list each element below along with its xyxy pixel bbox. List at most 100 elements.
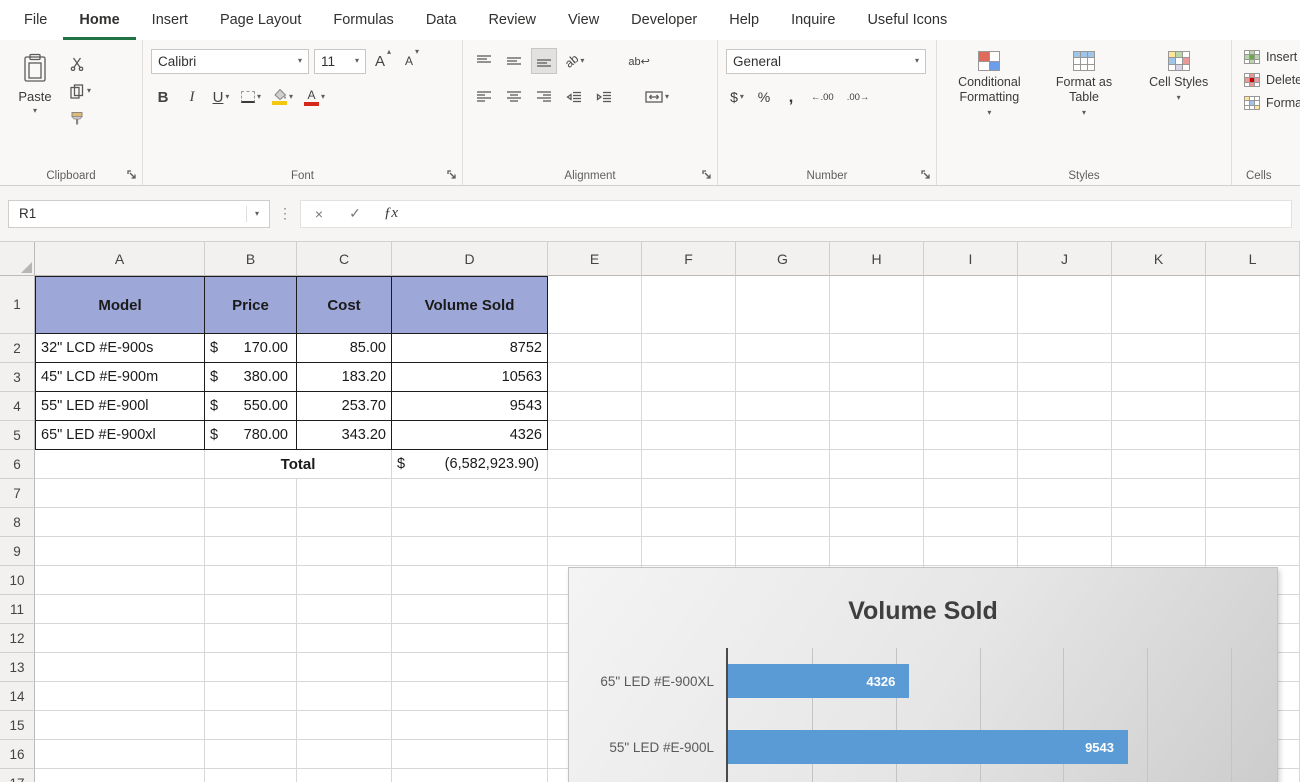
insert-function-button[interactable]: ƒx (373, 205, 409, 222)
tab-useful-icons[interactable]: Useful Icons (851, 0, 963, 40)
format-cells-button[interactable]: Format (1244, 96, 1300, 110)
cell-C2[interactable]: 85.00 (297, 334, 392, 363)
cell-K7[interactable] (1112, 479, 1206, 508)
tab-developer[interactable]: Developer (615, 0, 713, 40)
cell-C5[interactable]: 343.20 (297, 421, 392, 450)
cell-A12[interactable] (35, 624, 205, 653)
cell-styles-button[interactable]: Cell Styles ▾ (1134, 48, 1223, 163)
name-box[interactable]: R1 ▾ (8, 200, 270, 228)
column-header-C[interactable]: C (297, 242, 392, 276)
cell-C9[interactable] (297, 537, 392, 566)
cell-K4[interactable] (1112, 392, 1206, 421)
cell-B16[interactable] (205, 740, 297, 769)
cell-F4[interactable] (642, 392, 736, 421)
cell-H4[interactable] (830, 392, 924, 421)
cell-I1[interactable] (924, 276, 1018, 334)
tab-data[interactable]: Data (410, 0, 473, 40)
cell-G7[interactable] (736, 479, 830, 508)
tab-home[interactable]: Home (63, 0, 135, 40)
chart-bar[interactable]: 9543 (728, 730, 1128, 764)
row-header-2[interactable]: 2 (0, 334, 35, 363)
cell-D14[interactable] (392, 682, 548, 711)
row-header-1[interactable]: 1 (0, 276, 35, 334)
cell-J9[interactable] (1018, 537, 1112, 566)
fill-color-button[interactable]: ▾ (269, 84, 296, 110)
cell-H7[interactable] (830, 479, 924, 508)
row-header-15[interactable]: 15 (0, 711, 35, 740)
cell-A4[interactable]: 55" LED #E-900l (35, 392, 205, 421)
cell-K3[interactable] (1112, 363, 1206, 392)
cell-H8[interactable] (830, 508, 924, 537)
cell-C1[interactable]: Cost (297, 276, 392, 334)
cell-E5[interactable] (548, 421, 642, 450)
cell-G3[interactable] (736, 363, 830, 392)
column-header-B[interactable]: B (205, 242, 297, 276)
cell-K9[interactable] (1112, 537, 1206, 566)
cell-J4[interactable] (1018, 392, 1112, 421)
tab-review[interactable]: Review (472, 0, 552, 40)
cell-G8[interactable] (736, 508, 830, 537)
cell-I4[interactable] (924, 392, 1018, 421)
column-header-F[interactable]: F (642, 242, 736, 276)
cell-D5[interactable]: 4326 (392, 421, 548, 450)
cell-B9[interactable] (205, 537, 297, 566)
cell-C3[interactable]: 183.20 (297, 363, 392, 392)
cell-B11[interactable] (205, 595, 297, 624)
cell-A7[interactable] (35, 479, 205, 508)
cell-K2[interactable] (1112, 334, 1206, 363)
row-header-10[interactable]: 10 (0, 566, 35, 595)
cell-L1[interactable] (1206, 276, 1300, 334)
row-header-9[interactable]: 9 (0, 537, 35, 566)
increase-decimal-button[interactable]: ←.00 (807, 84, 838, 110)
cell-B7[interactable] (205, 479, 297, 508)
orientation-button[interactable]: ab ▾ (561, 48, 588, 74)
chart-bar[interactable]: 4326 (728, 664, 909, 698)
format-as-table-button[interactable]: Format as Table ▾ (1040, 48, 1129, 163)
row-header-4[interactable]: 4 (0, 392, 35, 421)
format-painter-button[interactable] (70, 110, 91, 126)
column-header-A[interactable]: A (35, 242, 205, 276)
align-top-button[interactable] (471, 48, 497, 74)
increase-indent-button[interactable] (591, 84, 617, 110)
cell-J8[interactable] (1018, 508, 1112, 537)
cell-J1[interactable] (1018, 276, 1112, 334)
cell-H6[interactable] (830, 450, 924, 479)
cell-G5[interactable] (736, 421, 830, 450)
merge-center-button[interactable]: ▾ (641, 84, 673, 110)
bold-button[interactable]: B (151, 84, 175, 110)
cell-D4[interactable]: 9543 (392, 392, 548, 421)
cell-B8[interactable] (205, 508, 297, 537)
cell-D11[interactable] (392, 595, 548, 624)
conditional-formatting-button[interactable]: Conditional Formatting ▾ (945, 48, 1034, 163)
cell-H3[interactable] (830, 363, 924, 392)
copy-button[interactable]: ▾ (70, 83, 91, 99)
cell-D12[interactable] (392, 624, 548, 653)
cell-B3[interactable]: $380.00 (205, 363, 297, 392)
cell-I8[interactable] (924, 508, 1018, 537)
cell-D17[interactable] (392, 769, 548, 782)
row-header-16[interactable]: 16 (0, 740, 35, 769)
paste-button[interactable]: Paste ▾ (8, 46, 62, 163)
cell-H9[interactable] (830, 537, 924, 566)
align-center-button[interactable] (501, 84, 527, 110)
cell-F3[interactable] (642, 363, 736, 392)
tab-formulas[interactable]: Formulas (317, 0, 409, 40)
column-header-D[interactable]: D (392, 242, 548, 276)
enter-button[interactable]: ✓ (337, 205, 373, 222)
cell-C13[interactable] (297, 653, 392, 682)
cell-J5[interactable] (1018, 421, 1112, 450)
decrease-decimal-button[interactable]: .00→ (843, 84, 874, 110)
cell-E4[interactable] (548, 392, 642, 421)
cell-C10[interactable] (297, 566, 392, 595)
cell-J3[interactable] (1018, 363, 1112, 392)
cell-G4[interactable] (736, 392, 830, 421)
cell-A1[interactable]: Model (35, 276, 205, 334)
accounting-format-button[interactable]: $ ▾ (726, 84, 748, 110)
cell-A3[interactable]: 45" LCD #E-900m (35, 363, 205, 392)
font-color-button[interactable]: A ▾ (301, 84, 328, 110)
cell-C15[interactable] (297, 711, 392, 740)
align-bottom-button[interactable] (531, 48, 557, 74)
cell-A8[interactable] (35, 508, 205, 537)
cell-F1[interactable] (642, 276, 736, 334)
cell-E3[interactable] (548, 363, 642, 392)
